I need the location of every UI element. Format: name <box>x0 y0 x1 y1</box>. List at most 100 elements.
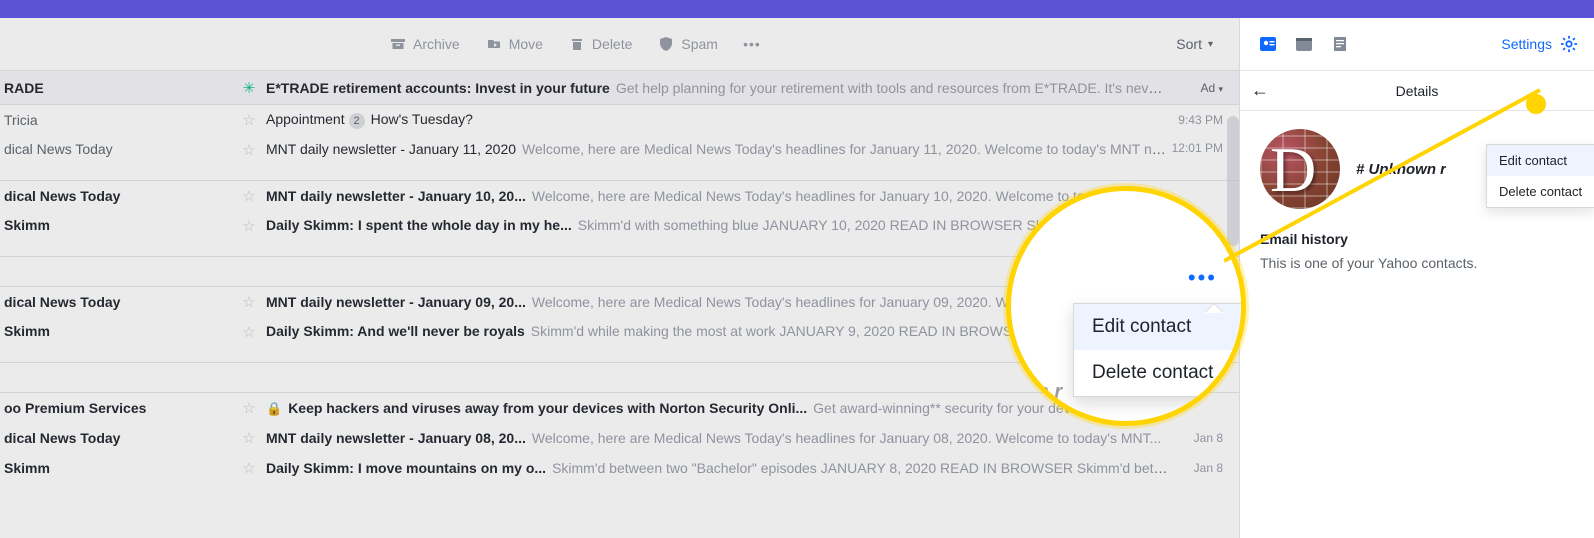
preview: Skimm'd between two "Bachelor" episodes … <box>552 460 1169 476</box>
message-content: MNT daily newsletter - January 10, 20...… <box>266 188 1169 204</box>
settings-button[interactable]: Settings <box>1501 35 1578 53</box>
mail-toolbar: Archive Move Delete Spam <box>0 18 1239 71</box>
sort-button[interactable]: Sort ▾ <box>1176 36 1213 52</box>
message-list: RADE✳E*TRADE retirement accounts: Invest… <box>0 71 1239 483</box>
star-icon[interactable]: ☆ <box>232 217 266 235</box>
star-icon[interactable]: ☆ <box>232 429 266 447</box>
message-content: MNT daily newsletter - January 09, 20...… <box>266 294 1169 310</box>
message-row[interactable]: Skimm☆Daily Skimm: And we'll never be ro… <box>0 317 1239 363</box>
shield-icon <box>658 36 674 52</box>
subject: MNT daily newsletter - January 08, 20... <box>266 430 526 446</box>
archive-label: Archive <box>413 36 460 52</box>
group-gap <box>0 363 1239 393</box>
spam-button[interactable]: Spam <box>658 36 718 52</box>
archive-button[interactable]: Archive <box>390 36 460 52</box>
chevron-down-icon: ▾ <box>1218 84 1223 94</box>
message-row[interactable]: dical News Today☆MNT daily newsletter - … <box>0 423 1239 453</box>
calendar-tab-icon[interactable] <box>1292 32 1316 56</box>
star-icon[interactable]: ☆ <box>232 293 266 311</box>
subject: Daily Skimm: And we'll never be royals <box>266 323 525 339</box>
email-history-heading: Email history <box>1240 219 1594 253</box>
spam-label: Spam <box>681 36 718 52</box>
message-content: Daily Skimm: I spent the whole day in my… <box>266 217 1169 233</box>
more-button[interactable]: ••• <box>744 36 767 52</box>
sender: Skimm <box>0 460 232 476</box>
preview: How's Tuesday? <box>371 111 473 127</box>
sender: dical News Today <box>0 430 232 446</box>
message-row[interactable]: dical News Today☆MNT daily newsletter - … <box>0 287 1239 317</box>
subject: Keep hackers and viruses away from your … <box>288 400 807 416</box>
edit-contact-menuitem[interactable]: Edit contact <box>1487 145 1594 176</box>
subject: MNT daily newsletter - January 11, 2020 <box>266 141 516 157</box>
subject: Daily Skimm: I move mountains on my o... <box>266 460 546 476</box>
timestamp: Jan 8 <box>1169 431 1239 445</box>
subject: MNT daily newsletter - January 09, 20... <box>266 294 526 310</box>
email-history-note: This is one of your Yahoo contacts. <box>1240 253 1594 273</box>
delete-label: Delete <box>592 36 632 52</box>
sender: dical News Today <box>0 294 232 310</box>
sponsored-icon: ✳ <box>232 79 266 97</box>
message-content: MNT daily newsletter - January 11, 2020 W… <box>266 141 1169 157</box>
preview: Skimm'd with something blue JANUARY 10, … <box>578 217 1109 233</box>
sender: oo Premium Services <box>0 400 232 416</box>
move-button[interactable]: Move <box>486 36 543 52</box>
subject: Daily Skimm: I spent the whole day in my… <box>266 217 572 233</box>
app-header-strip <box>0 0 1594 18</box>
contacts-tab-icon[interactable] <box>1256 32 1280 56</box>
star-icon[interactable]: ☆ <box>232 187 266 205</box>
sender: Skimm <box>0 323 232 339</box>
message-content: Daily Skimm: And we'll never be royalsSk… <box>266 323 1169 339</box>
ad-row[interactable]: RADE✳E*TRADE retirement accounts: Invest… <box>0 71 1239 105</box>
star-icon[interactable]: ☆ <box>232 399 266 417</box>
subject: MNT daily newsletter - January 10, 20... <box>266 188 526 204</box>
preview: Get award-winning** security for your de… <box>813 400 1134 416</box>
message-row[interactable]: dical News Today☆MNT daily newsletter - … <box>0 181 1239 211</box>
more-horizontal-icon: ••• <box>744 36 760 52</box>
message-row[interactable]: oo Premium Services☆🔒Keep hackers and vi… <box>0 393 1239 423</box>
ad-label[interactable]: Ad ▾ <box>1169 81 1239 95</box>
message-row[interactable]: Skimm☆Daily Skimm: I move mountains on m… <box>0 453 1239 483</box>
preview: Get help planning for your retirement wi… <box>616 80 1169 96</box>
archive-icon <box>390 36 406 52</box>
back-button[interactable]: ← <box>1240 80 1280 101</box>
sender: dical News Today <box>0 141 232 157</box>
message-content: Daily Skimm: I move mountains on my o...… <box>266 460 1169 476</box>
thread-count-badge: 2 <box>349 113 365 129</box>
sender: Skimm <box>0 217 232 233</box>
star-icon[interactable]: ☆ <box>232 111 266 129</box>
message-content: Appointment2 How's Tuesday? <box>266 111 1169 129</box>
avatar: D <box>1260 129 1340 209</box>
message-row[interactable]: Tricia☆Appointment2How's Tuesday?9:43 PM <box>0 105 1239 135</box>
avatar-letter: D <box>1270 133 1316 207</box>
contact-context-menu: Edit contact Delete contact <box>1486 144 1594 208</box>
sender: Tricia <box>0 112 232 128</box>
scrollbar[interactable] <box>1227 116 1239 246</box>
message-row[interactable]: Skimm☆Daily Skimm: I spent the whole day… <box>0 211 1239 257</box>
timestamp: Jan 8 <box>1169 461 1239 475</box>
message-content: E*TRADE retirement accounts: Invest in y… <box>266 80 1169 96</box>
notes-tab-icon[interactable] <box>1328 32 1352 56</box>
chevron-down-icon: ▾ <box>1208 39 1213 50</box>
settings-label: Settings <box>1501 36 1552 52</box>
details-pane: Settings ← Details D # Unknown r Email h… <box>1240 18 1594 538</box>
delete-button[interactable]: Delete <box>569 36 632 52</box>
star-icon[interactable]: ☆ <box>232 459 266 477</box>
trash-icon <box>569 36 585 52</box>
move-icon <box>486 36 502 52</box>
right-toolbar: Settings <box>1240 18 1594 71</box>
move-label: Move <box>509 36 543 52</box>
sender: dical News Today <box>0 188 232 204</box>
mail-list-pane: Archive Move Delete Spam <box>0 18 1240 538</box>
sender: RADE <box>0 80 232 96</box>
sort-label: Sort <box>1176 36 1202 52</box>
gear-icon <box>1560 35 1578 53</box>
star-icon[interactable]: ☆ <box>232 323 266 341</box>
preview: Welcome, here are Medical News Today's h… <box>522 141 1169 157</box>
preview: Welcome, here are Medical News Today's h… <box>532 188 1117 204</box>
message-row[interactable]: dical News Today☆MNT daily newsletter - … <box>0 135 1239 181</box>
subject: Appointment <box>266 111 345 127</box>
delete-contact-menuitem[interactable]: Delete contact <box>1487 176 1594 207</box>
subject: E*TRADE retirement accounts: Invest in y… <box>266 80 610 96</box>
star-icon[interactable]: ☆ <box>232 141 266 159</box>
group-gap <box>0 257 1239 287</box>
